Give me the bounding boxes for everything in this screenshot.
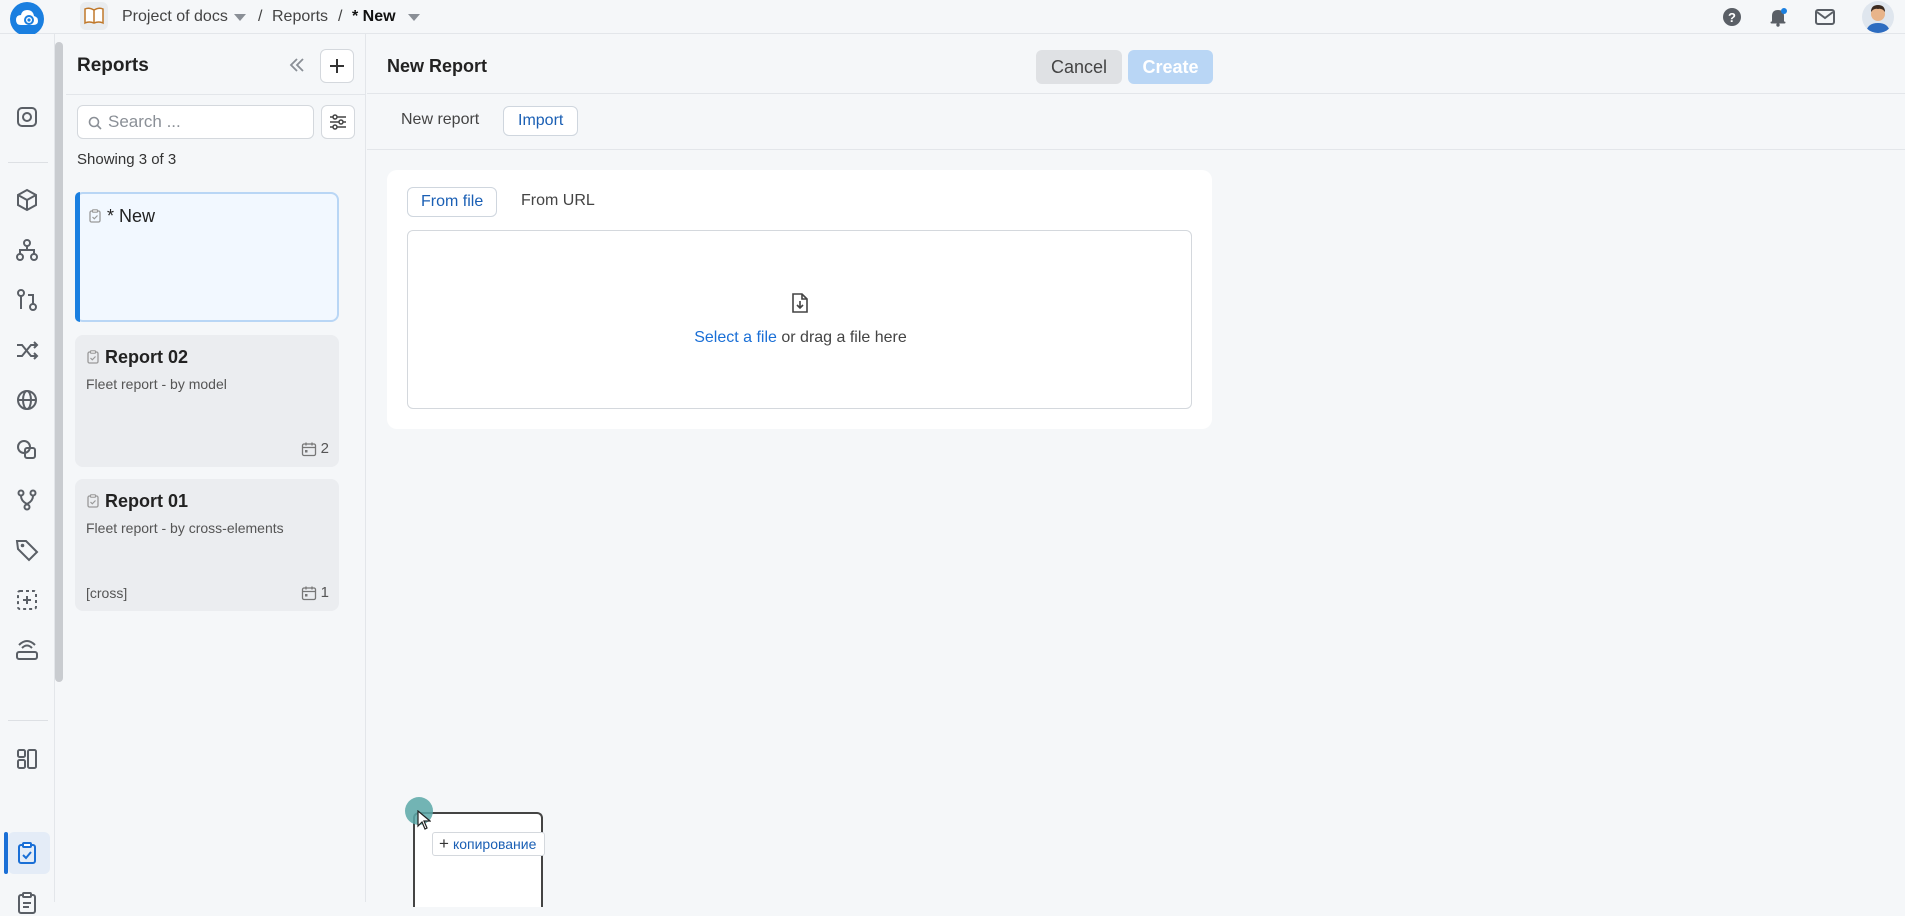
import-panel: From file From URL Select a file or drag… — [387, 170, 1212, 429]
report-card-title: * New — [107, 206, 156, 226]
report-card-count: 2 — [320, 440, 329, 457]
globe-icon[interactable] — [14, 387, 40, 413]
breadcrumb-reports[interactable]: Reports — [272, 8, 328, 26]
plus-icon: + — [439, 834, 449, 853]
project-book-icon[interactable] — [80, 2, 108, 30]
rail-divider — [8, 720, 48, 721]
git-branch-icon[interactable] — [14, 487, 40, 513]
tab-new-report[interactable]: New report — [387, 106, 493, 136]
calendar-icon — [301, 442, 317, 457]
results-count: Showing 3 of 3 — [77, 151, 177, 168]
svg-text:?: ? — [1728, 10, 1736, 25]
report-card-subtitle: Fleet report - by cross-elements — [86, 520, 284, 536]
breadcrumb-separator: / — [338, 8, 343, 25]
calendar-icon — [301, 586, 317, 601]
page-title: New Report — [387, 56, 488, 76]
tab-from-file[interactable]: From file — [407, 187, 498, 217]
breadcrumb-separator: / — [258, 8, 263, 25]
shuffle-icon[interactable] — [14, 337, 40, 363]
user-avatar[interactable] — [1862, 1, 1894, 33]
add-frame-icon[interactable] — [14, 587, 40, 613]
reports-sidebar: Reports Showing 3 of 3 * New Report 02 F… — [66, 34, 366, 902]
sliders-icon — [330, 114, 346, 130]
clipboard-icon[interactable] — [14, 890, 40, 916]
navigation-rail — [0, 34, 55, 914]
chevron-down-icon[interactable] — [408, 14, 420, 21]
cancel-button[interactable]: Cancel — [1036, 50, 1122, 84]
file-download-icon — [792, 293, 808, 313]
plus-icon — [330, 59, 344, 73]
breadcrumb-project[interactable]: Project of docs — [122, 8, 228, 26]
report-card-title: Report 02 — [105, 347, 189, 367]
report-card-tag: [cross] — [86, 585, 128, 601]
search-icon — [88, 116, 102, 130]
drag-preview — [413, 812, 543, 907]
select-file-link[interactable]: Select a file — [694, 329, 777, 346]
chevron-down-icon[interactable] — [234, 14, 246, 21]
tab-import[interactable]: Import — [503, 106, 579, 136]
top-bar: Project of docs / Reports / * New ? — [0, 0, 1905, 36]
cube-icon[interactable] — [14, 187, 40, 213]
shapes-icon[interactable] — [14, 437, 40, 463]
app-logo[interactable] — [10, 2, 44, 36]
search-input[interactable] — [108, 110, 308, 134]
mouse-cursor-icon — [417, 810, 431, 830]
report-mode-tabs: New report Import — [367, 94, 1905, 150]
report-clipboard-icon — [87, 350, 99, 364]
git-compare-icon[interactable] — [14, 287, 40, 313]
add-report-button[interactable] — [320, 49, 354, 83]
report-clipboard-icon — [89, 209, 101, 223]
report-clipboard-icon[interactable] — [14, 840, 40, 866]
tab-from-url[interactable]: From URL — [508, 187, 608, 217]
report-card-count: 1 — [320, 584, 329, 601]
collapse-sidebar-icon[interactable] — [288, 56, 306, 74]
rail-scrollbar[interactable] — [55, 42, 63, 682]
router-icon[interactable] — [14, 637, 40, 663]
create-button[interactable]: Create — [1128, 50, 1213, 84]
dropzone-hint: or drag a file here — [776, 329, 907, 346]
tag-icon[interactable] — [14, 537, 40, 563]
filter-button[interactable] — [321, 105, 355, 139]
drag-copy-label: + копирование — [432, 832, 546, 856]
dashboard-icon[interactable] — [14, 104, 40, 130]
report-card-01[interactable]: Report 01 Fleet report - by cross-elemen… — [75, 479, 339, 611]
help-icon[interactable]: ? — [1722, 7, 1742, 27]
sidebar-title: Reports — [77, 55, 149, 76]
layout-icon[interactable] — [14, 746, 40, 772]
report-card-new[interactable]: * New — [75, 192, 339, 322]
report-clipboard-icon — [87, 494, 99, 508]
notification-bell-icon[interactable] — [1768, 7, 1788, 27]
sidebar-divider — [66, 94, 366, 95]
file-dropzone[interactable]: Select a file or drag a file here — [407, 230, 1192, 409]
report-card-02[interactable]: Report 02 Fleet report - by model 2 — [75, 335, 339, 467]
drag-copy-text: копирование — [452, 836, 537, 852]
main-header: New Report Cancel Create — [367, 34, 1905, 94]
search-box[interactable] — [77, 105, 314, 139]
breadcrumb-current[interactable]: * New — [352, 8, 396, 26]
report-card-subtitle: Fleet report - by model — [86, 376, 227, 392]
rail-divider — [8, 162, 48, 163]
dropzone-text: Select a file or drag a file here — [408, 329, 1193, 347]
hierarchy-icon[interactable] — [14, 237, 40, 263]
mail-icon[interactable] — [1815, 9, 1835, 25]
report-card-title: Report 01 — [105, 491, 189, 511]
